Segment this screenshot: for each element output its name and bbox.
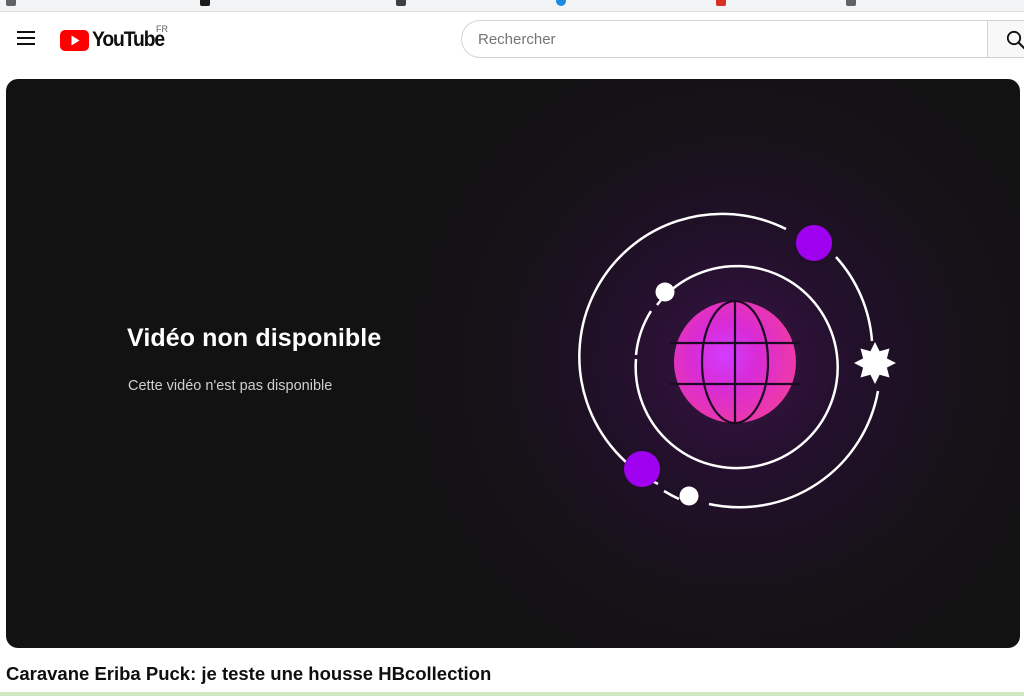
hamburger-menu-icon bbox=[17, 31, 35, 45]
youtube-logo-icon bbox=[60, 29, 89, 51]
search-box bbox=[461, 20, 987, 58]
video-player[interactable]: Vidéo non disponible Cette vidéo n'est p… bbox=[6, 79, 1020, 648]
white-moon bbox=[655, 282, 675, 302]
search-icon bbox=[1006, 30, 1024, 50]
outer-orbit-arc bbox=[835, 256, 874, 342]
search-button[interactable] bbox=[987, 20, 1024, 58]
youtube-logo[interactable]: YouTube bbox=[60, 28, 170, 52]
bookmarks-bar bbox=[0, 0, 1024, 12]
guide-menu-button[interactable] bbox=[10, 22, 42, 54]
inner-orbit-arc bbox=[634, 310, 653, 356]
bookmark-icon[interactable] bbox=[716, 0, 726, 6]
bookmark-icon[interactable] bbox=[6, 0, 16, 6]
page-bottom-edge bbox=[0, 692, 1024, 696]
bookmark-icon[interactable] bbox=[396, 0, 406, 6]
purple-planet bbox=[796, 225, 832, 261]
sparkle-icon bbox=[854, 342, 896, 384]
white-moon bbox=[679, 486, 699, 506]
outer-orbit-arc bbox=[663, 489, 680, 501]
logo-wordmark: YouTube bbox=[92, 28, 165, 51]
bookmark-icon[interactable] bbox=[200, 0, 210, 6]
globe-icon bbox=[670, 299, 800, 425]
purple-planet bbox=[624, 451, 660, 487]
bookmark-icon[interactable] bbox=[556, 0, 566, 6]
masthead: YouTube FR bbox=[0, 12, 1024, 68]
search-input[interactable] bbox=[462, 21, 958, 57]
video-title: Caravane Eriba Puck: je teste une housse… bbox=[6, 663, 492, 684]
bookmark-icon[interactable] bbox=[846, 0, 856, 6]
globe-orbit-illustration bbox=[578, 212, 896, 509]
country-code-label: FR bbox=[156, 24, 168, 34]
